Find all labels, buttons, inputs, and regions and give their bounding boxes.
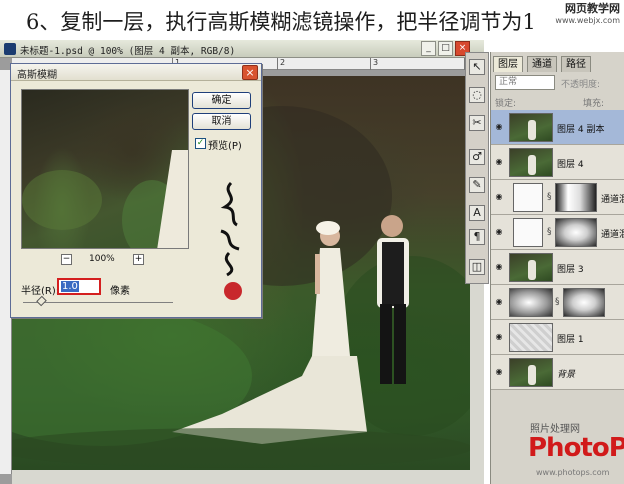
panel-tabs: 图层 通道 路径	[491, 56, 624, 72]
eye-icon[interactable]: ◉	[494, 298, 504, 306]
layer-row[interactable]: ◉ 背景	[491, 355, 624, 390]
layer-name: 通道混...	[601, 195, 624, 205]
photoshop-doc-icon	[4, 43, 16, 55]
zoom-out-button[interactable]: −	[61, 254, 72, 265]
layer-row[interactable]: ◉ § 通道混...	[491, 180, 624, 215]
ok-button[interactable]: 确定	[192, 92, 251, 109]
dialog-title: 高斯模糊	[17, 70, 57, 81]
maximize-button[interactable]: □	[438, 41, 453, 56]
layer-name: 通道混...	[601, 230, 624, 240]
layer-name: 图层 4 副本	[557, 125, 605, 135]
eye-icon[interactable]: ◉	[494, 158, 504, 166]
crop-icon[interactable]: ✂	[469, 115, 485, 131]
zoom-icon[interactable]: ◫	[469, 259, 485, 275]
preview-checkbox[interactable]: ✓	[195, 138, 206, 149]
radius-input[interactable]: 1.0	[57, 278, 101, 295]
layer-thumbnail	[509, 288, 553, 317]
mask-thumbnail	[563, 288, 605, 317]
preview-image	[22, 150, 188, 248]
layer-row[interactable]: ◉ 图层 3	[491, 250, 624, 285]
layer-thumbnail	[509, 253, 553, 282]
move-icon[interactable]: ↖	[469, 59, 485, 75]
layer-row[interactable]: ◉ §	[491, 285, 624, 320]
link-icon: §	[547, 227, 552, 237]
layer-name: 图层 4	[557, 160, 584, 170]
opacity-label: 不透明度:	[561, 80, 601, 90]
watermark-line1: 网页教学网	[565, 2, 620, 15]
blur-preview[interactable]	[21, 89, 189, 249]
notes-icon[interactable]: ¶	[469, 229, 485, 245]
lasso-icon[interactable]: ◌	[469, 87, 485, 103]
layer-name: 图层 1	[557, 335, 584, 345]
layer-thumbnail	[509, 113, 553, 142]
type-icon[interactable]: A	[469, 205, 485, 221]
caption-text: 6、复制一层，执行高斯模糊滤镜操作，把半径调节为1	[26, 10, 536, 34]
layer-row[interactable]: ◉ 图层 4 副本	[491, 110, 624, 145]
calligraphy-stamp	[220, 181, 242, 300]
cancel-button[interactable]: 取消	[192, 113, 251, 130]
ruler-tick: 2	[277, 58, 285, 70]
radius-value: 1.0	[61, 281, 79, 292]
unit-label: 像素	[110, 286, 130, 297]
tab-layers[interactable]: 图层	[493, 56, 523, 72]
zoom-controls: − 100% +	[61, 254, 151, 268]
photops-watermark: 照片处理网 PhotoPs www.photops.com	[526, 420, 624, 484]
status-bar	[12, 470, 484, 484]
radius-slider-track[interactable]	[23, 302, 173, 303]
mask-thumbnail	[555, 218, 597, 247]
layer-row[interactable]: ◉ § 通道混...	[491, 215, 624, 250]
ruler-tick: 3	[370, 58, 378, 70]
watermark-brand: PhotoPs	[528, 433, 624, 463]
tab-paths[interactable]: 路径	[561, 56, 591, 72]
eye-icon[interactable]: ◉	[494, 263, 504, 271]
watermark-line2: www.webjx.com	[555, 16, 620, 25]
fill-label: 填充:	[583, 99, 605, 109]
stamp-icon[interactable]: ♂	[469, 149, 485, 165]
window-controls: _ □ ×	[421, 41, 470, 56]
radius-label: 半径(R):	[21, 286, 60, 297]
link-icon: §	[555, 297, 560, 307]
layer-thumbnail	[509, 148, 553, 177]
blend-mode-select[interactable]: 正常	[495, 75, 555, 90]
eye-icon[interactable]: ◉	[494, 228, 504, 236]
eye-icon[interactable]: ◉	[494, 333, 504, 341]
layer-thumbnail	[509, 358, 553, 387]
brush-icon[interactable]: ✎	[469, 177, 485, 193]
zoom-in-button[interactable]: +	[133, 254, 144, 265]
document-title: 未标题-1.psd @ 100% (图层 4 副本, RGB/8)	[20, 46, 236, 57]
layer-row[interactable]: ◉ 图层 1	[491, 320, 624, 355]
layer-name: 图层 3	[557, 265, 584, 275]
watermark-url: www.photops.com	[536, 468, 610, 477]
dialog-titlebar[interactable]: 高斯模糊 ×	[11, 64, 261, 81]
layer-name: 背景	[557, 370, 576, 380]
preview-checkbox-label: 预览(P)	[208, 141, 242, 152]
link-icon: §	[547, 192, 552, 202]
dialog-close-button[interactable]: ×	[242, 65, 258, 80]
site-watermark: 网页教学网 www.webjx.com	[555, 3, 620, 27]
document-titlebar[interactable]: 未标题-1.psd @ 100% (图层 4 副本, RGB/8) _ □ ×	[0, 40, 484, 58]
adjustment-icon	[513, 218, 543, 247]
adjustment-icon	[513, 183, 543, 212]
layer-thumbnail	[509, 323, 553, 352]
zoom-value: 100%	[89, 254, 115, 264]
mask-thumbnail	[555, 183, 597, 212]
gaussian-blur-dialog: 高斯模糊 × 确定 取消 ✓ 预览(P) − 100% + 半径(R): 1.0…	[10, 63, 262, 318]
instruction-caption: 6、复制一层，执行高斯模糊滤镜操作，把半径调节为1 网页教学网 www.webj…	[0, 0, 624, 40]
toolbox: ↖ ◌ ✂ ♂ ✎ A ¶ ◫	[465, 52, 489, 284]
layer-row[interactable]: ◉ 图层 4	[491, 145, 624, 180]
eye-icon[interactable]: ◉	[494, 193, 504, 201]
radius-slider-thumb[interactable]	[36, 295, 47, 307]
eye-icon[interactable]: ◉	[494, 368, 504, 376]
lock-label: 锁定:	[495, 99, 517, 109]
tab-channels[interactable]: 通道	[527, 56, 557, 72]
minimize-button[interactable]: _	[421, 41, 436, 56]
eye-icon[interactable]: ◉	[494, 123, 504, 131]
